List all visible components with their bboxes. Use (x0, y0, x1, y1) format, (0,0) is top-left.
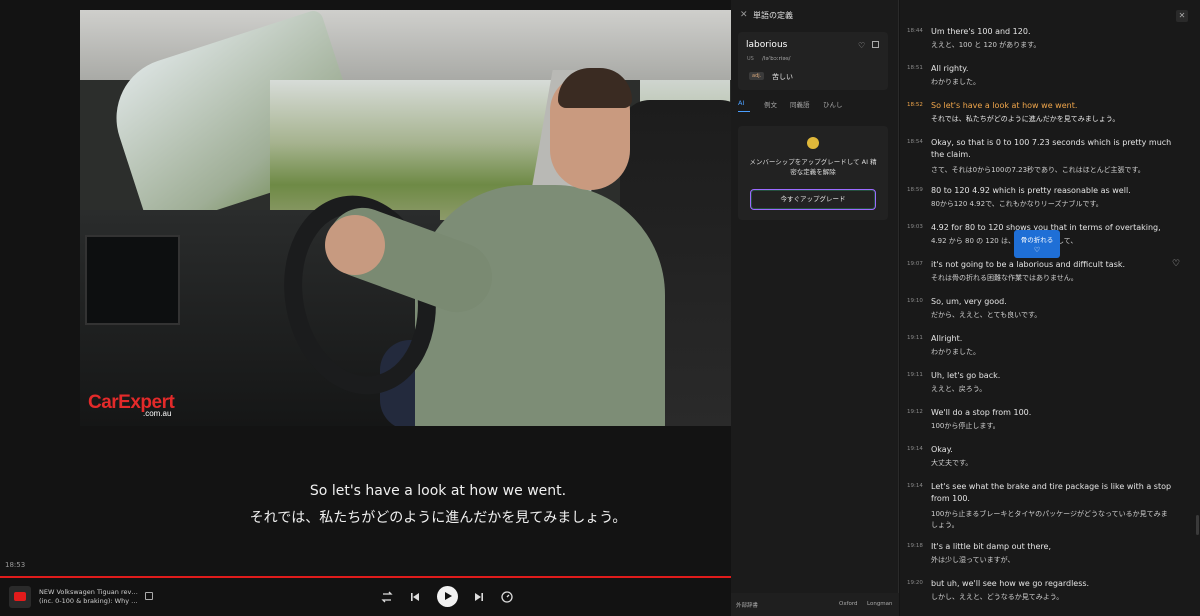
transcript-japanese: わかりました。 (931, 78, 980, 86)
speed-icon[interactable] (498, 588, 516, 606)
promo-text: メンバーシップをアップグレードして AI 精密な定義を解除 (749, 158, 877, 176)
transcript-english[interactable]: but uh, we'll see how we go regardless. (931, 578, 1173, 590)
close-icon[interactable]: ✕ (740, 10, 748, 20)
transcript-timestamp[interactable]: 19:07 (907, 261, 923, 267)
video-title-line2: (inc. 0-100 & braking): Why thi... (39, 597, 139, 605)
transcript-english[interactable]: It's a little bit damp out there, (931, 541, 1173, 553)
transcript-english[interactable]: Um there's 100 and 120. (931, 26, 1173, 38)
region-label: US (747, 56, 754, 62)
part-of-speech-badge: adj. (749, 72, 765, 80)
transcript-english[interactable]: 80 to 120 4.92 which is pretty reasonabl… (931, 185, 1173, 197)
transcript-english[interactable]: Allright. (931, 333, 1173, 345)
transcript-japanese: だから、ええと、とても良いです。 (931, 311, 1042, 319)
transcript-english[interactable]: Okay, so that is 0 to 100 7.23 seconds w… (931, 137, 1173, 161)
transcript-japanese: しかし、ええと、どうなるか見てみよう。 (931, 593, 1064, 601)
transcript-timestamp[interactable]: 19:14 (907, 446, 923, 452)
transcript-timestamp[interactable]: 19:03 (907, 224, 923, 230)
dictionary-footer: 外部辞書 Oxford Longman (731, 593, 899, 616)
skip-previous-icon[interactable] (406, 588, 424, 606)
video-player-area: CarExpert .com.au So let's have a look a… (0, 0, 731, 616)
word-headword: laborious (746, 40, 788, 50)
transcript-english[interactable]: So let's have a look at how we went. (931, 100, 1173, 112)
transcript-japanese: ええと、戻ろう。 (931, 385, 987, 393)
external-dictionary-label[interactable]: 外部辞書 (736, 601, 758, 609)
transcript-timestamp[interactable]: 18:44 (907, 28, 923, 34)
transcript-timestamp[interactable]: 19:11 (907, 372, 923, 378)
heart-icon[interactable]: ♡ (1014, 246, 1060, 254)
transcript-english[interactable]: Let's see what the brake and tire packag… (931, 481, 1173, 505)
tab-synonyms[interactable]: 同義語 (790, 99, 810, 109)
transcript-timestamp[interactable]: 18:59 (907, 187, 923, 193)
word-tooltip[interactable]: 骨の折れる ♡ (1014, 230, 1060, 258)
transcript-timestamp[interactable]: 19:11 (907, 335, 923, 341)
transcript-english[interactable]: Uh, let's go back. (931, 370, 1173, 382)
word-card: laborious ♡ US /ləˈbɔːriəs/ adj. 苦しい (738, 32, 888, 90)
transcript-japanese: 100から止まるブレーキとタイヤのパッケージがどうなっているか見てみましょう。 (931, 510, 1168, 529)
tooltip-translation: 骨の折れる (1020, 236, 1054, 244)
close-icon[interactable]: ✕ (1176, 10, 1188, 22)
upgrade-promo-card: メンバーシップをアップグレードして AI 精密な定義を解除 今すぐアップグレード (738, 126, 888, 220)
carexpert-logo-sub: .com.au (143, 409, 172, 418)
play-icon[interactable] (437, 586, 458, 607)
current-time: 18:53 (5, 561, 26, 569)
longman-link[interactable]: Longman (867, 601, 893, 607)
transcript-japanese: 80から120 4.92で、これもかなりリーズナブルです。 (931, 200, 1103, 208)
transcript-japanese: さて、それは0から100の7.23秒であり、これはほとんど主張です。 (931, 166, 1145, 174)
transcript-japanese: 外は少し湿っていますが、 (931, 556, 1015, 564)
transcript-timestamp[interactable]: 18:52 (907, 102, 923, 108)
loop-icon[interactable] (378, 588, 396, 606)
transcript-japanese: わかりました。 (931, 348, 980, 356)
tab-ai[interactable]: AI (738, 99, 744, 107)
transcript-panel: ✕ 18:44 Um there's 100 and 120. ええと、100 と … (900, 0, 1200, 616)
upgrade-button[interactable]: 今すぐアップグレード (750, 189, 876, 210)
open-external-icon[interactable] (145, 592, 153, 600)
heart-icon[interactable]: ♡ (858, 41, 865, 50)
video-driver-hand (325, 215, 385, 275)
transcript-timestamp[interactable]: 19:20 (907, 580, 923, 586)
panel-title: 単語の定義 (753, 11, 793, 20)
transcript-timestamp[interactable]: 18:51 (907, 65, 923, 71)
video-title-line1: NEW Volkswagen Tiguan review (39, 588, 139, 596)
video-frame[interactable] (80, 10, 731, 426)
transcript-timestamp[interactable]: 19:10 (907, 298, 923, 304)
tab-word-class[interactable]: ひんし (823, 99, 843, 109)
scrollbar[interactable] (1196, 515, 1199, 535)
transcript-japanese: ええと、100 と 120 があります。 (931, 41, 1041, 49)
transcript-japanese: 100から停止します。 (931, 422, 1000, 430)
oxford-link[interactable]: Oxford (839, 601, 858, 607)
youtube-icon[interactable] (9, 586, 31, 608)
pronunciation[interactable]: /ləˈbɔːriəs/ (762, 56, 791, 62)
transcript-timestamp[interactable]: 19:18 (907, 543, 923, 549)
transcript-english[interactable]: it's not going to be a laborious and dif… (931, 259, 1173, 271)
transcript-japanese: それは骨の折れる困難な作業ではありません。 (931, 274, 1078, 282)
active-tab-indicator (738, 111, 750, 112)
transcript-japanese: 大丈夫です。 (931, 459, 973, 467)
transcript-english[interactable]: Okay. (931, 444, 1173, 456)
heart-icon[interactable]: ♡ (1172, 259, 1180, 269)
transcript-timestamp[interactable]: 19:14 (907, 483, 923, 489)
skip-next-icon[interactable] (470, 588, 488, 606)
transcript-english[interactable]: So, um, very good. (931, 296, 1173, 308)
video-title[interactable]: NEW Volkswagen Tiguan review (inc. 0-100… (39, 588, 139, 606)
player-control-bar: NEW Volkswagen Tiguan review (inc. 0-100… (0, 578, 731, 616)
word-definition-panel: ✕ 単語の定義 laborious ♡ US /ləˈbɔːriəs/ adj.… (731, 0, 899, 616)
definition-tabs: AI 例文 同義語 ひんし (738, 99, 888, 115)
tab-examples[interactable]: 例文 (764, 99, 777, 109)
badge-check-icon (807, 137, 819, 149)
transcript-english[interactable]: We'll do a stop from 100. (931, 407, 1173, 419)
transcript-japanese: それでは、私たちがどのように進んだかを見てみましょう。 (931, 115, 1120, 123)
note-icon[interactable] (872, 41, 879, 48)
transcript-english[interactable]: All righty. (931, 63, 1173, 75)
transcript-timestamp[interactable]: 19:12 (907, 409, 923, 415)
word-meaning: 苦しい (772, 73, 793, 81)
transcript-timestamp[interactable]: 18:54 (907, 139, 923, 145)
video-infotainment-screen (85, 235, 180, 325)
